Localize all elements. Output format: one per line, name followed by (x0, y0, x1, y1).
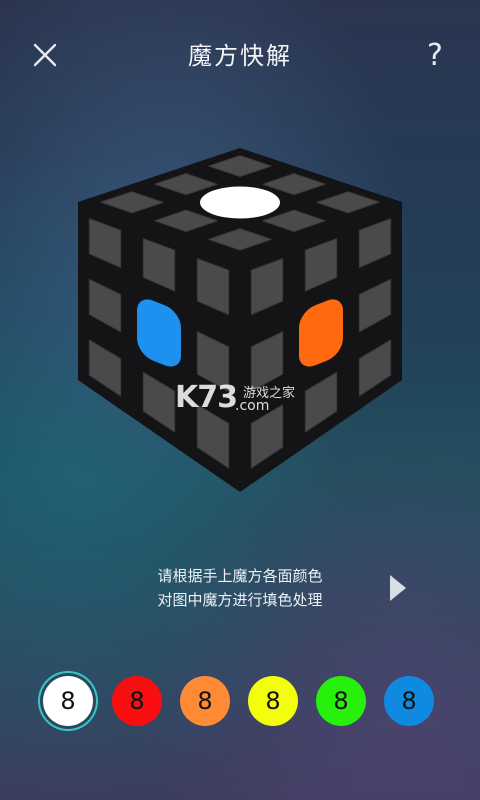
color-swatch-5[interactable]: 8 (316, 676, 366, 726)
instruction-text: 请根据手上魔方各面颜色 对图中魔方进行填色处理 (120, 564, 360, 612)
cube-view[interactable] (70, 140, 410, 500)
color-palette: 888888 (0, 674, 480, 730)
help-button[interactable]: ? (420, 36, 450, 76)
page-title: 魔方快解 (188, 42, 292, 70)
cube-illustration[interactable] (70, 140, 410, 500)
color-swatch-2[interactable]: 8 (112, 676, 162, 726)
top-center-sticker[interactable] (200, 186, 280, 219)
color-swatch-1[interactable]: 8 (43, 676, 93, 726)
next-button[interactable] (386, 572, 410, 604)
chevron-right-icon (390, 575, 406, 601)
color-swatch-6[interactable]: 8 (384, 676, 434, 726)
top-bar: 魔方快解 ? (0, 0, 480, 110)
instruction-line-1: 请根据手上魔方各面颜色 (157, 567, 323, 585)
instruction-line-2: 对图中魔方进行填色处理 (157, 591, 323, 609)
color-swatch-3[interactable]: 8 (180, 676, 230, 726)
color-swatch-4[interactable]: 8 (248, 676, 298, 726)
